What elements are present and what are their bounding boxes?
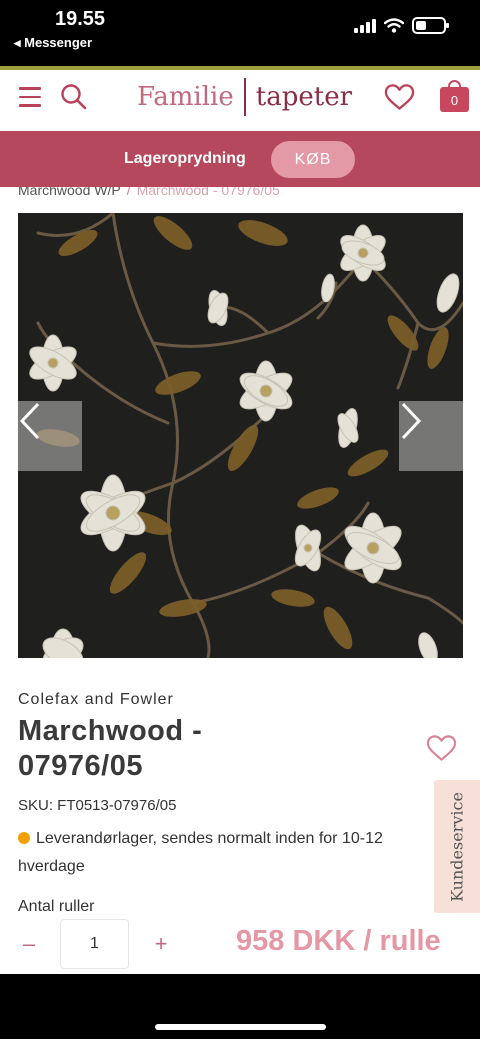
quantity-label: Antal ruller bbox=[18, 898, 95, 915]
product-image-gallery[interactable] bbox=[18, 213, 463, 658]
quantity-decrease-button[interactable]: – bbox=[18, 930, 40, 958]
heart-icon[interactable] bbox=[384, 83, 415, 111]
battery-icon bbox=[412, 17, 449, 34]
home-indicator[interactable] bbox=[155, 1024, 326, 1030]
chevron-right-icon bbox=[401, 402, 422, 440]
cart-count: 0 bbox=[440, 87, 469, 112]
wallpaper-image bbox=[18, 213, 463, 658]
customer-service-tab[interactable]: Kundeservice bbox=[434, 780, 480, 913]
site-logo[interactable]: Familie tapeter bbox=[137, 78, 352, 116]
chevron-left-icon bbox=[19, 402, 40, 440]
back-to-app-link[interactable]: ◂ Messenger bbox=[14, 35, 92, 51]
product-page: Marchwood W/P / Marchwood - 07976/05 Col… bbox=[0, 187, 480, 974]
search-icon[interactable] bbox=[60, 83, 88, 111]
stock-status: Leverandørlager, sendes normalt inden fo… bbox=[18, 825, 438, 881]
quantity-increase-button[interactable]: + bbox=[150, 930, 172, 958]
promo-banner: Lageroprydning KØB bbox=[0, 131, 480, 187]
shopping-bag-icon[interactable]: 0 bbox=[440, 80, 469, 112]
breadcrumb-parent-link[interactable]: Marchwood W/P bbox=[18, 187, 121, 198]
back-app-label: Messenger bbox=[24, 35, 93, 50]
menu-icon[interactable] bbox=[19, 87, 41, 109]
gallery-prev-button[interactable] bbox=[18, 401, 82, 471]
product-title: Marchwood - 07976/05 bbox=[18, 715, 203, 782]
gallery-next-button[interactable] bbox=[399, 401, 463, 471]
breadcrumb: Marchwood W/P / Marchwood - 07976/05 bbox=[18, 187, 280, 198]
status-bar: 19.55 ◂ Messenger bbox=[0, 0, 480, 66]
signal-icon bbox=[354, 18, 376, 33]
stock-status-text: Leverandørlager, sendes normalt inden fo… bbox=[18, 830, 383, 875]
promo-buy-button[interactable]: KØB bbox=[271, 141, 355, 178]
logo-part2: tapeter bbox=[255, 82, 353, 112]
wishlist-heart-icon[interactable] bbox=[426, 734, 457, 762]
product-brand[interactable]: Colefax and Fowler bbox=[18, 691, 174, 709]
status-icons bbox=[354, 17, 449, 34]
promo-text: Lageroprydning bbox=[124, 150, 246, 167]
customer-service-label: Kundeservice bbox=[447, 791, 467, 902]
breadcrumb-separator: / bbox=[126, 187, 131, 198]
quantity-input[interactable]: 1 bbox=[60, 919, 129, 969]
wifi-icon bbox=[384, 18, 404, 33]
logo-divider bbox=[243, 78, 246, 116]
product-sku: SKU: FT0513-07976/05 bbox=[18, 797, 177, 814]
breadcrumb-current: Marchwood - 07976/05 bbox=[136, 187, 280, 198]
stock-status-dot bbox=[18, 832, 30, 844]
site-header: Familie tapeter 0 bbox=[0, 70, 480, 131]
product-price: 958 DKK / rulle bbox=[236, 925, 441, 957]
logo-part1: Familie bbox=[137, 82, 234, 112]
status-time: 19.55 bbox=[55, 8, 106, 30]
